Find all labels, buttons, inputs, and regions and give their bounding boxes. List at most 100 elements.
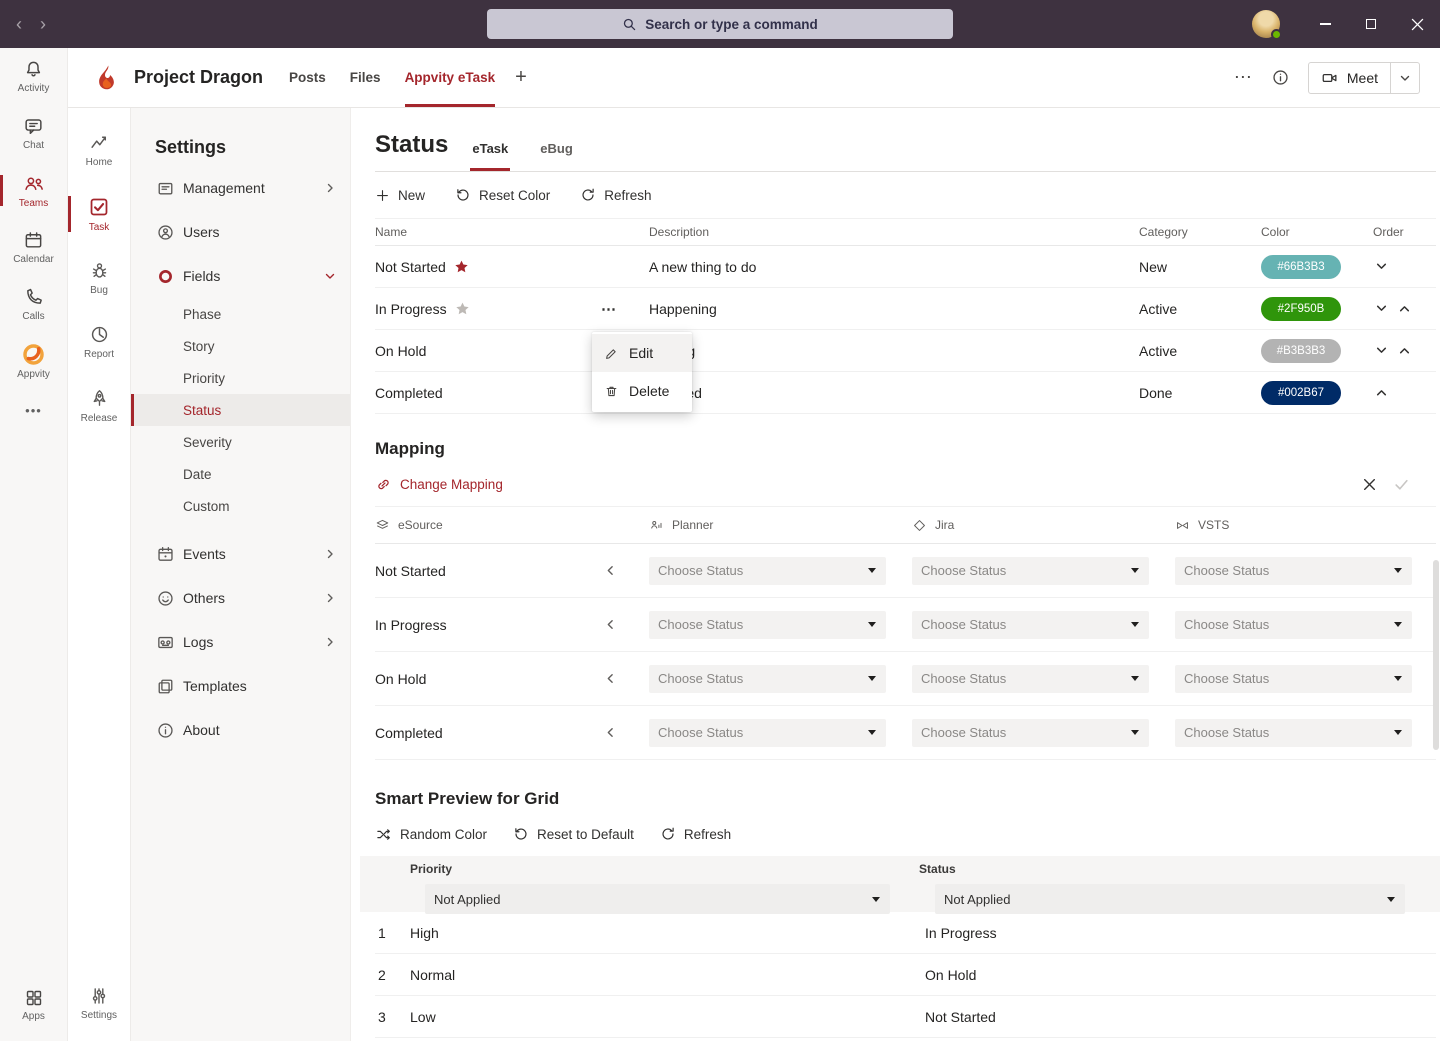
fields-icon: [155, 266, 175, 286]
color-pill[interactable]: #2F950B: [1261, 297, 1341, 321]
rail-more-button[interactable]: •••: [0, 390, 67, 430]
cancel-mapping-icon[interactable]: [1362, 477, 1377, 492]
search-input[interactable]: Search or type a command: [487, 9, 953, 39]
vsts-status-dropdown[interactable]: Choose Status: [1175, 719, 1412, 747]
task-checkbox-icon: [88, 196, 110, 218]
vsts-status-dropdown[interactable]: Choose Status: [1175, 611, 1412, 639]
meet-dropdown-button[interactable]: [1391, 63, 1419, 93]
tab-files[interactable]: Files: [350, 48, 381, 107]
star-filled-icon[interactable]: [454, 259, 469, 274]
status-filter-dropdown[interactable]: Not Applied: [935, 884, 1405, 914]
nav-item-about[interactable]: About: [131, 708, 350, 752]
module-item-task[interactable]: Task: [68, 182, 130, 246]
refresh-icon: [580, 187, 596, 203]
refresh-preview-button[interactable]: Refresh: [660, 826, 731, 842]
rail-label: Calendar: [13, 254, 54, 265]
nav-subitem-priority[interactable]: Priority: [131, 362, 350, 394]
module-item-report[interactable]: Report: [68, 310, 130, 374]
rail-item-calendar[interactable]: Calendar: [0, 219, 67, 276]
vsts-status-dropdown[interactable]: Choose Status: [1175, 557, 1412, 585]
color-pill[interactable]: #66B3B3: [1261, 255, 1341, 279]
camera-icon: [1321, 69, 1339, 87]
dropdown-value: Choose Status: [658, 617, 743, 632]
planner-status-dropdown[interactable]: Choose Status: [649, 719, 886, 747]
tab-appvity-etask[interactable]: Appvity eTask: [405, 48, 496, 107]
nav-subitem-status[interactable]: Status: [131, 394, 350, 426]
avatar[interactable]: [1252, 10, 1280, 38]
maximize-button[interactable]: [1348, 0, 1394, 48]
rail-item-appvity[interactable]: Appvity: [0, 333, 67, 390]
move-down-icon[interactable]: [1375, 260, 1388, 273]
move-down-icon[interactable]: [1375, 344, 1388, 357]
nav-item-templates[interactable]: Templates: [131, 664, 350, 708]
menu-item-delete[interactable]: Delete: [592, 372, 692, 410]
nav-item-events[interactable]: Events: [131, 532, 350, 576]
rail-item-calls[interactable]: Calls: [0, 276, 67, 333]
tab-etask[interactable]: eTask: [470, 141, 510, 171]
rail-item-activity[interactable]: Activity: [0, 48, 67, 105]
star-outline-icon[interactable]: [455, 301, 470, 316]
jira-status-dropdown[interactable]: Choose Status: [912, 665, 1149, 693]
module-item-bug[interactable]: Bug: [68, 246, 130, 310]
menu-item-edit[interactable]: Edit: [592, 334, 692, 372]
logs-icon: [155, 632, 175, 652]
jira-status-dropdown[interactable]: Choose Status: [912, 719, 1149, 747]
add-tab-button[interactable]: +: [515, 66, 527, 89]
planner-status-dropdown[interactable]: Choose Status: [649, 665, 886, 693]
priority-filter-dropdown[interactable]: Not Applied: [425, 884, 890, 914]
refresh-button[interactable]: Refresh: [580, 187, 651, 203]
tab-posts[interactable]: Posts: [289, 48, 326, 107]
rail-item-teams[interactable]: Teams: [0, 162, 67, 219]
nav-item-management[interactable]: Management: [131, 166, 350, 210]
bell-icon: [23, 59, 44, 80]
tab-ebug[interactable]: eBug: [538, 141, 575, 171]
meet-label: Meet: [1347, 70, 1378, 86]
planner-status-dropdown[interactable]: Choose Status: [649, 557, 886, 585]
status-row-not-started: Not Started A new thing to do New #66B3B…: [375, 246, 1436, 288]
new-button[interactable]: New: [375, 188, 425, 203]
change-mapping-link[interactable]: Change Mapping: [375, 476, 503, 493]
module-item-release[interactable]: Release: [68, 374, 130, 438]
planner-status-dropdown[interactable]: Choose Status: [649, 611, 886, 639]
jira-status-dropdown[interactable]: Choose Status: [912, 611, 1149, 639]
jira-status-dropdown[interactable]: Choose Status: [912, 557, 1149, 585]
nav-subitem-custom[interactable]: Custom: [131, 490, 350, 522]
rail-label: Calls: [22, 311, 44, 322]
forward-button[interactable]: ›: [40, 15, 46, 33]
smart-preview-title: Smart Preview for Grid: [375, 786, 1436, 812]
move-down-icon[interactable]: [1375, 302, 1388, 315]
module-item-settings[interactable]: Settings: [68, 971, 130, 1035]
move-up-icon[interactable]: [1398, 344, 1411, 357]
vsts-status-dropdown[interactable]: Choose Status: [1175, 665, 1412, 693]
nav-subitem-story[interactable]: Story: [131, 330, 350, 362]
module-item-home[interactable]: Home: [68, 118, 130, 182]
rail-item-apps[interactable]: Apps: [0, 976, 67, 1033]
nav-subitem-phase[interactable]: Phase: [131, 298, 350, 330]
more-options-button[interactable]: ⋯: [1234, 67, 1253, 88]
meet-button[interactable]: Meet: [1309, 63, 1390, 93]
reset-to-default-button[interactable]: Reset to Default: [513, 826, 634, 842]
close-button[interactable]: [1394, 0, 1440, 48]
random-color-button[interactable]: Random Color: [375, 826, 487, 843]
color-pill[interactable]: #B3B3B3: [1261, 339, 1341, 363]
nav-item-others[interactable]: Others: [131, 576, 350, 620]
mapping-source-label: Completed: [375, 725, 443, 741]
info-icon[interactable]: [1271, 68, 1290, 87]
nav-item-logs[interactable]: Logs: [131, 620, 350, 664]
calendar-icon: [23, 230, 44, 251]
row-more-button[interactable]: ⋯: [601, 288, 617, 329]
reset-color-button[interactable]: Reset Color: [455, 187, 550, 203]
rail-item-chat[interactable]: Chat: [0, 105, 67, 162]
nav-item-users[interactable]: Users: [131, 210, 350, 254]
back-button[interactable]: ‹: [16, 15, 22, 33]
scrollbar-thumb[interactable]: [1433, 560, 1439, 750]
move-up-icon[interactable]: [1398, 302, 1411, 315]
nav-subitem-date[interactable]: Date: [131, 458, 350, 490]
nav-item-fields[interactable]: Fields: [131, 254, 350, 298]
nav-subitem-severity[interactable]: Severity: [131, 426, 350, 458]
status-name: Completed: [375, 385, 443, 401]
confirm-mapping-icon[interactable]: [1393, 476, 1410, 493]
color-pill[interactable]: #002B67: [1261, 381, 1341, 405]
move-up-icon[interactable]: [1375, 386, 1388, 399]
minimize-button[interactable]: [1302, 0, 1348, 48]
